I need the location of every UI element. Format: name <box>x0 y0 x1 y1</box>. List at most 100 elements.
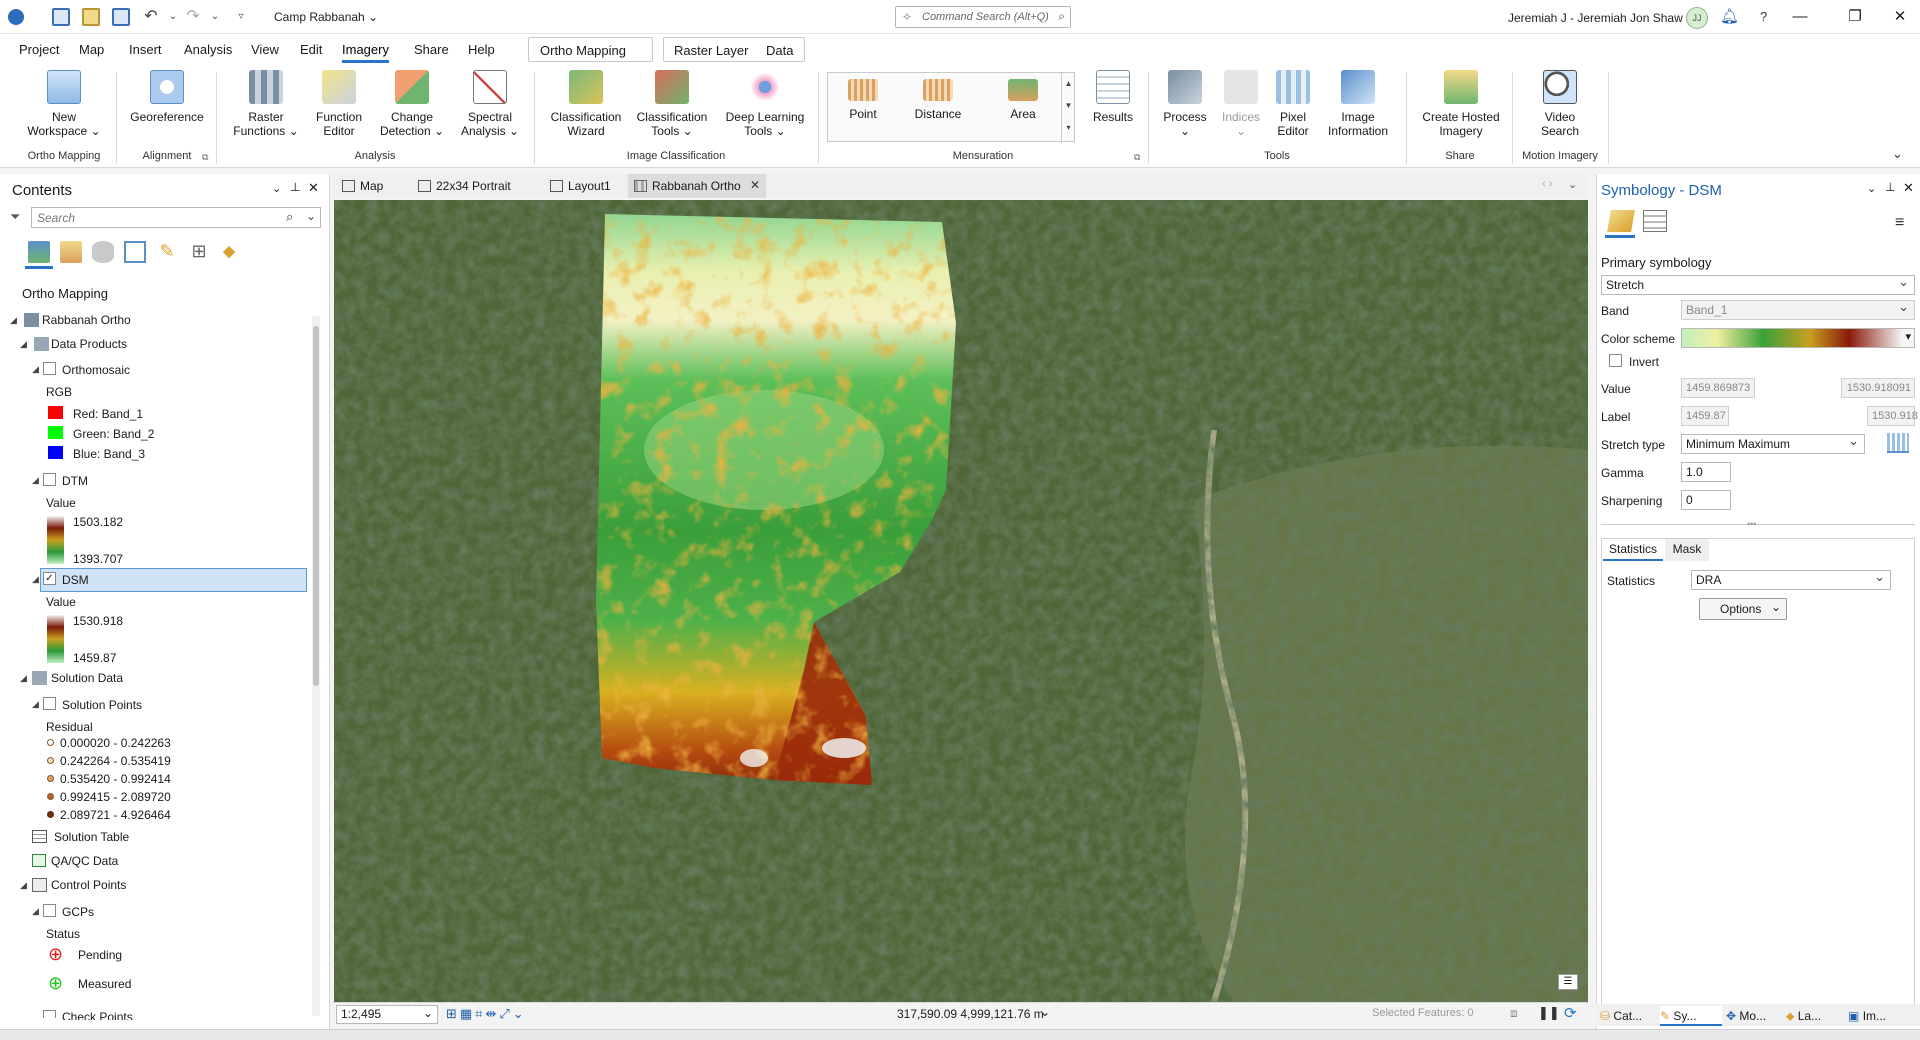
avatar[interactable]: JJ <box>1686 7 1708 29</box>
expand-icon[interactable]: ◢ <box>20 880 27 891</box>
redo-dropdown-icon[interactable]: ⌄ <box>206 8 224 26</box>
dtm-checkbox[interactable] <box>43 473 56 486</box>
tree-solution-data[interactable]: Solution Data <box>51 671 123 685</box>
collapse-ribbon-icon[interactable]: ⌄ <box>1892 146 1903 162</box>
value-min-input[interactable]: 1459.869873 <box>1681 378 1755 398</box>
menu-insert[interactable]: Insert <box>129 42 162 57</box>
tree-orthomosaic[interactable]: Orthomosaic <box>62 363 130 377</box>
command-search-input[interactable]: ✧ Command Search (Alt+Q) ⌕ <box>895 6 1071 28</box>
raster-layer-tab[interactable]: Raster Layer <box>674 43 748 58</box>
image-information-button[interactable]: Image Information <box>1318 70 1398 138</box>
close-pane-icon[interactable]: ✕ <box>1903 180 1914 196</box>
tree-gcps[interactable]: GCPs <box>62 905 94 919</box>
pin-icon[interactable]: ⊥ <box>1885 180 1895 194</box>
expand-icon[interactable]: ◢ <box>32 475 39 486</box>
map-notes-icon[interactable]: ☰ <box>1558 974 1578 990</box>
gamma-input[interactable]: 1.0 <box>1681 462 1731 482</box>
tab-rabbanah-ortho[interactable]: Rabbanah Ortho <box>628 174 766 198</box>
check-points-checkbox[interactable] <box>43 1010 56 1018</box>
solution-points-checkbox[interactable] <box>43 697 56 710</box>
dsm-checkbox[interactable]: ✓ <box>43 572 56 585</box>
search-icon[interactable]: ⌕ <box>286 209 293 225</box>
tab-mask[interactable]: Mask <box>1665 539 1709 561</box>
pane-menu-icon[interactable]: ⌄ <box>272 182 281 195</box>
map-tools-icons[interactable]: ⊞▦⌗⇹⤢⌄ <box>446 1006 596 1024</box>
tab-labeling[interactable]: ⬥ La... <box>1786 1006 1846 1026</box>
vary-symbology-icon[interactable] <box>1643 210 1667 232</box>
create-hosted-imagery-button[interactable]: Create Hosted Imagery <box>1416 70 1506 138</box>
close-pane-icon[interactable]: ✕ <box>308 180 319 196</box>
save-project-icon[interactable] <box>112 8 130 26</box>
pause-drawing-icon[interactable]: ❚❚ <box>1538 1005 1560 1021</box>
expand-icon[interactable]: ◢ <box>32 364 39 375</box>
menu-share[interactable]: Share <box>414 42 449 57</box>
gallery-scroll[interactable]: ▲ ▼ ▾ <box>1061 73 1075 143</box>
coordinate-system-dropdown-icon[interactable]: ⌄ <box>1040 1005 1050 1019</box>
band-select[interactable]: Band_1 <box>1681 298 1915 320</box>
tree-qaqc-data[interactable]: QA/QC Data <box>51 854 118 868</box>
expand-icon[interactable]: ◢ <box>32 699 39 710</box>
restore-button[interactable]: ❐ <box>1835 6 1875 28</box>
search-options-icon[interactable]: ⌄ <box>306 209 316 223</box>
list-by-drawing-order-icon[interactable] <box>28 241 50 263</box>
dialog-launcher-icon[interactable]: ⧉ <box>1134 152 1140 163</box>
list-by-selection-icon[interactable] <box>124 241 146 263</box>
tree-solution-table[interactable]: Solution Table <box>54 830 129 844</box>
help-icon[interactable]: ? <box>1760 9 1767 24</box>
refresh-cache-icon[interactable]: ⧈ <box>1510 1006 1518 1021</box>
stretch-type-select[interactable]: Minimum Maximum <box>1681 432 1865 454</box>
dialog-launcher-icon[interactable]: ⧉ <box>202 152 208 163</box>
tree-dtm[interactable]: DTM <box>62 474 88 488</box>
splitter-grip-icon[interactable]: ••• <box>1747 519 1756 529</box>
expand-icon[interactable]: ◢ <box>10 315 17 326</box>
refresh-icon[interactable]: ⟳ <box>1564 1004 1577 1022</box>
expand-icon[interactable]: ◢ <box>20 339 27 350</box>
menu-help[interactable]: Help <box>468 42 495 57</box>
map-view[interactable]: ☰ <box>334 200 1588 1002</box>
expand-icon[interactable]: ◢ <box>20 673 27 684</box>
georeference-button[interactable]: Georeference <box>124 70 210 124</box>
menu-analysis[interactable]: Analysis <box>184 42 232 57</box>
spectral-analysis-button[interactable]: Spectral Analysis ⌄ <box>450 70 530 138</box>
label-max-input[interactable]: 1530.918 <box>1867 406 1918 426</box>
change-detection-button[interactable]: Change Detection ⌄ <box>372 70 452 138</box>
scrollbar-thumb[interactable] <box>313 326 319 686</box>
notification-icon[interactable]: 🔔︎ <box>1720 7 1739 25</box>
gcps-checkbox[interactable] <box>43 904 56 917</box>
editing-icon[interactable]: ✎ <box>156 241 178 263</box>
scale-select[interactable]: 1:2,495 ⌄ <box>336 1005 438 1024</box>
invert-checkbox[interactable] <box>1609 354 1622 367</box>
tab-symbology[interactable]: ✎ Sy... <box>1660 1006 1722 1026</box>
splitter[interactable] <box>1601 524 1915 525</box>
function-editor-button[interactable]: Function Editor <box>304 70 374 138</box>
undo-icon[interactable]: ↶ <box>142 8 160 26</box>
data-tab[interactable]: Data <box>766 43 793 58</box>
raster-functions-button[interactable]: Raster Functions ⌄ <box>226 70 306 138</box>
menu-map[interactable]: Map <box>79 42 104 57</box>
project-name[interactable]: Camp Rabbanah ⌄ <box>274 10 378 24</box>
open-project-icon[interactable] <box>82 8 100 26</box>
classification-wizard-button[interactable]: Classification Wizard <box>546 70 626 138</box>
tree-rabbanah-ortho[interactable]: Rabbanah Ortho <box>42 313 131 327</box>
customize-quick-access-icon[interactable]: ▿ <box>232 8 250 26</box>
pane-menu-icon[interactable]: ⌄ <box>1867 182 1876 195</box>
search-icon[interactable]: ⌕ <box>1058 9 1065 24</box>
close-tab-icon[interactable]: ✕ <box>750 178 760 192</box>
menu-project[interactable]: Project <box>19 42 59 57</box>
pin-icon[interactable]: ⊥ <box>290 180 300 194</box>
contents-scrollbar[interactable] <box>312 316 320 1016</box>
labeling-icon[interactable]: ⬥ <box>218 241 240 263</box>
video-search-button[interactable]: Video Search <box>1520 70 1600 138</box>
contents-search-input[interactable]: Search ⌕ ⌄ <box>31 207 321 228</box>
expand-icon[interactable]: ◢ <box>32 906 39 917</box>
orthomosaic-checkbox[interactable] <box>43 362 56 375</box>
tab-list-icon[interactable]: ⌄ <box>1568 178 1577 191</box>
menu-edit[interactable]: Edit <box>300 42 322 57</box>
minimize-button[interactable]: — <box>1780 6 1820 28</box>
undo-dropdown-icon[interactable]: ⌄ <box>164 8 182 26</box>
tree-data-products[interactable]: Data Products <box>51 337 127 351</box>
histogram-icon[interactable] <box>1887 433 1909 453</box>
statistics-select[interactable]: DRA <box>1691 568 1891 590</box>
menu-view[interactable]: View <box>251 42 279 57</box>
tab-catalog[interactable]: ⛁ Cat... <box>1600 1006 1660 1026</box>
